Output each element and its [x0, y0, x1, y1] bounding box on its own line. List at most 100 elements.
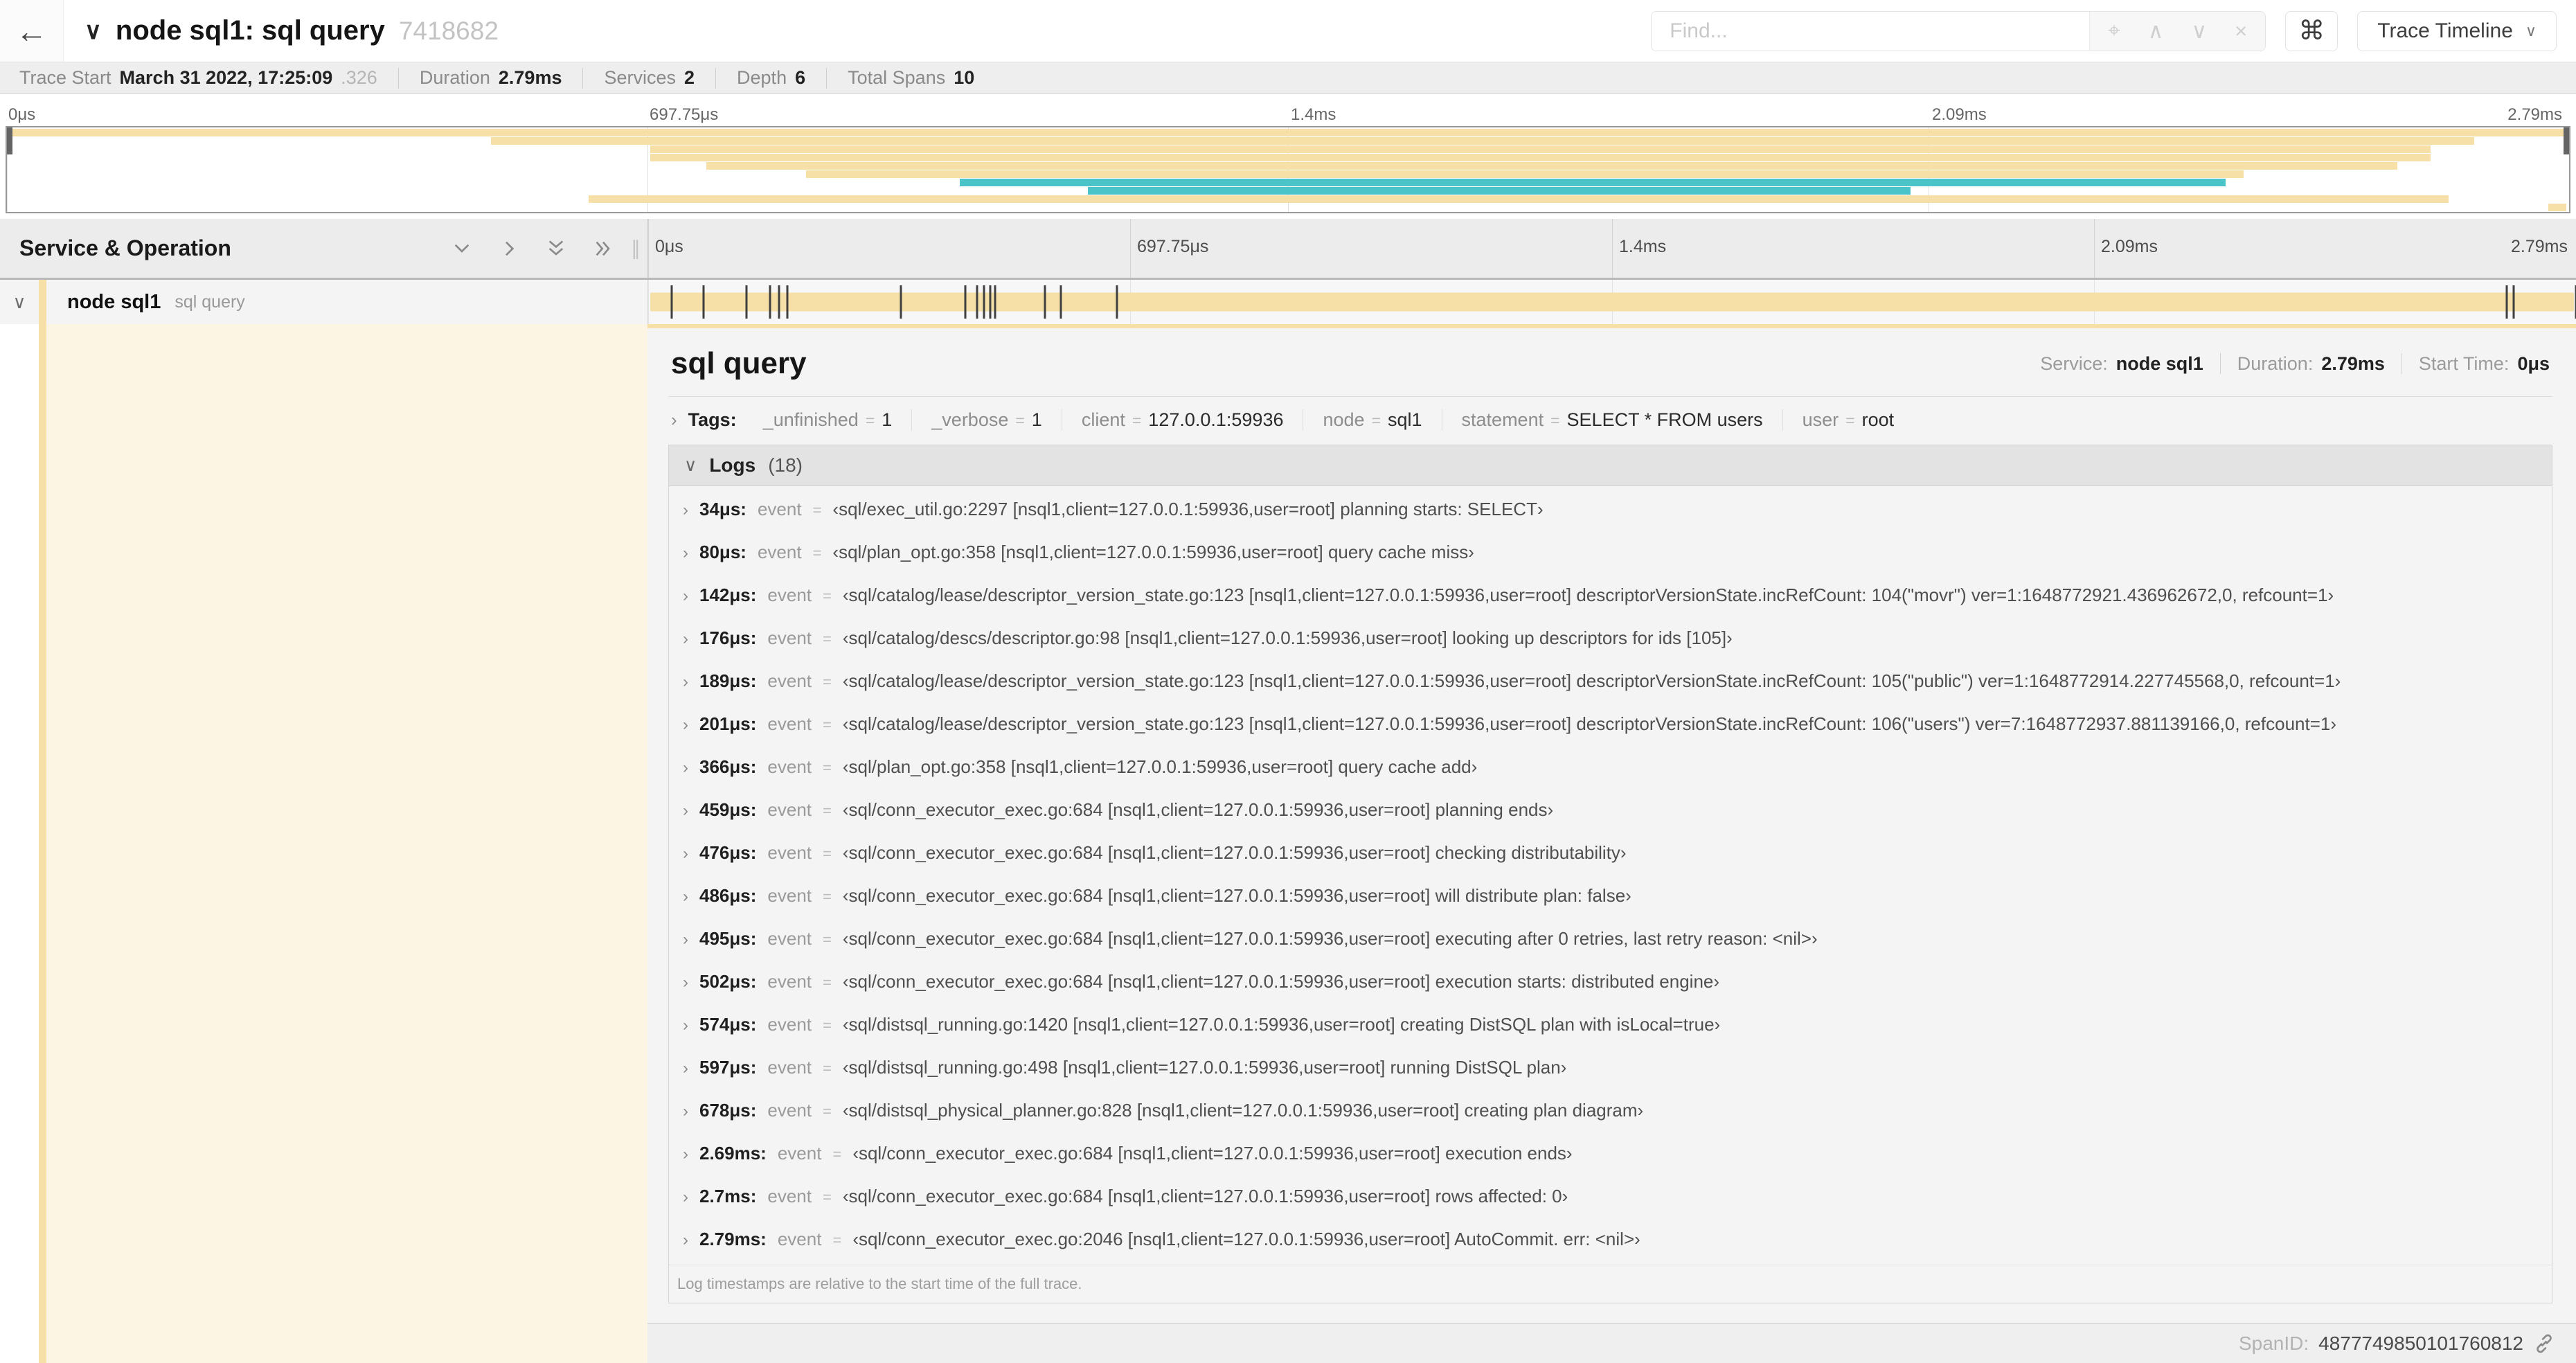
- log-entry[interactable]: › 189μs: event = ‹sql/catalog/lease/desc…: [677, 663, 2545, 706]
- find-input[interactable]: [1652, 11, 2090, 51]
- log-entry[interactable]: › 142μs: event = ‹sql/catalog/lease/desc…: [677, 578, 2545, 621]
- span-expander-chevron-down-icon[interactable]: ∨: [0, 292, 39, 313]
- log-event-marker[interactable]: [670, 285, 673, 319]
- log-entry[interactable]: › 597μs: event = ‹sql/distsql_running.go…: [677, 1050, 2545, 1093]
- trace-id: 7418682: [398, 17, 499, 45]
- log-event-marker[interactable]: [745, 285, 748, 319]
- log-entry[interactable]: › 574μs: event = ‹sql/distsql_running.go…: [677, 1007, 2545, 1050]
- log-equals: =: [823, 716, 832, 733]
- log-entry[interactable]: › 366μs: event = ‹sql/plan_opt.go:358 [n…: [677, 749, 2545, 792]
- log-entry[interactable]: › 34μs: event = ‹sql/exec_util.go:2297 […: [677, 492, 2545, 535]
- log-timestamp: 2.79ms:: [699, 1229, 767, 1249]
- log-field-value: ‹sql/plan_opt.go:358 [nsql1,client=127.0…: [842, 756, 1478, 777]
- tags-accordion[interactable]: › Tags: _unfinished = 1 _verbose = 1 client = 12…: [668, 397, 2552, 442]
- log-equals: =: [823, 630, 832, 648]
- expand-one-chevron-right-icon[interactable]: [498, 238, 520, 260]
- log-field-value: ‹sql/conn_executor_exec.go:684 [nsql1,cl…: [842, 842, 1627, 863]
- minimap-span-bar: [1088, 187, 1911, 195]
- title-chevron-down-icon: ∨: [84, 17, 102, 44]
- log-timestamp: 678μs:: [699, 1100, 757, 1121]
- span-duration-bar[interactable]: [650, 292, 2574, 312]
- log-entry[interactable]: › 176μs: event = ‹sql/catalog/descs/desc…: [677, 621, 2545, 663]
- log-field-key: event: [767, 713, 812, 734]
- trace-title-group[interactable]: ∨ node sql1: sql query 7418682: [84, 15, 499, 46]
- expand-all-double-chevron-right-icon[interactable]: [592, 238, 614, 260]
- log-chevron-right-icon: ›: [683, 887, 688, 906]
- log-field-key: event: [777, 1229, 822, 1249]
- log-chevron-right-icon: ›: [683, 715, 688, 734]
- view-selector-button[interactable]: Trace Timeline ∨: [2357, 10, 2557, 51]
- log-equals: =: [823, 931, 832, 948]
- span-id-label: SpanID:: [2238, 1332, 2309, 1354]
- meta-start-time: Start Time: 0μs: [2419, 353, 2550, 375]
- log-chevron-right-icon: ›: [683, 1231, 688, 1249]
- find-controls: ⌖ ∧ ∨ ×: [2089, 11, 2266, 51]
- log-entry[interactable]: › 678μs: event = ‹sql/distsql_physical_p…: [677, 1093, 2545, 1136]
- span-row[interactable]: ∨ node sql1 sql query 0μs697.75μs1.4ms2.…: [0, 280, 2576, 324]
- span-row-timeline[interactable]: 0μs697.75μs1.4ms2.09ms2.79ms: [647, 280, 2576, 324]
- log-event-marker[interactable]: [769, 285, 771, 319]
- clear-search-icon[interactable]: ×: [2235, 19, 2247, 44]
- next-result-icon[interactable]: ∨: [2191, 19, 2207, 44]
- minimap-span-bar: [650, 154, 2431, 161]
- log-event-marker[interactable]: [1059, 285, 1062, 319]
- log-field-value: ‹sql/plan_opt.go:358 [nsql1,client=127.0…: [832, 542, 1474, 562]
- trace-timeline-page: ← ∨ node sql1: sql query 7418682 ⌖ ∧ ∨ ×…: [0, 0, 2576, 1363]
- log-event-marker[interactable]: [2512, 285, 2515, 319]
- prev-result-icon[interactable]: ∧: [2148, 19, 2164, 44]
- log-entry[interactable]: › 486μs: event = ‹sql/conn_executor_exec…: [677, 878, 2545, 921]
- log-event-marker[interactable]: [2505, 285, 2508, 319]
- summary-value: 10: [954, 67, 975, 88]
- log-entry[interactable]: › 2.69ms: event = ‹sql/conn_executor_exe…: [677, 1136, 2545, 1179]
- locate-icon[interactable]: ⌖: [2108, 18, 2120, 44]
- minimap-right-drag-handle[interactable]: [2564, 127, 2569, 154]
- log-equals: =: [823, 1188, 832, 1206]
- minimap-span-bar: [2548, 204, 2567, 211]
- timeline-ruler: 0μs 697.75μs 1.4ms 2.09ms 2.79ms: [647, 219, 2576, 278]
- log-chevron-right-icon: ›: [683, 1188, 688, 1206]
- meta-value: node sql1: [2116, 353, 2203, 374]
- log-entry[interactable]: › 495μs: event = ‹sql/conn_executor_exec…: [677, 921, 2545, 964]
- log-chevron-right-icon: ›: [683, 1059, 688, 1078]
- summary-label: Trace Start: [19, 67, 111, 88]
- log-event-marker[interactable]: [786, 285, 789, 319]
- column-resizer-grip[interactable]: ∥: [631, 237, 641, 260]
- span-id-value: 4877749850101760812: [2318, 1332, 2523, 1354]
- log-event-marker[interactable]: [976, 285, 978, 319]
- log-timestamp: 495μs:: [699, 928, 757, 949]
- meta-divider: [2219, 353, 2221, 374]
- log-event-marker[interactable]: [1044, 285, 1046, 319]
- collapse-all-double-chevron-down-icon[interactable]: [545, 238, 567, 260]
- log-entry[interactable]: › 459μs: event = ‹sql/conn_executor_exec…: [677, 792, 2545, 835]
- log-event-marker[interactable]: [983, 285, 985, 319]
- minimap-span-bar: [706, 162, 2398, 170]
- log-field-key: event: [767, 885, 812, 906]
- log-chevron-right-icon: ›: [683, 672, 688, 691]
- log-event-marker[interactable]: [1116, 285, 1118, 319]
- summary-divider: [397, 67, 399, 89]
- log-entry[interactable]: › 502μs: event = ‹sql/conn_executor_exec…: [677, 964, 2545, 1007]
- minimap-span-bar: [588, 195, 2449, 203]
- log-event-marker[interactable]: [702, 285, 705, 319]
- meta-value: 2.79ms: [2321, 353, 2385, 374]
- back-button[interactable]: ←: [0, 0, 64, 62]
- log-entry[interactable]: › 201μs: event = ‹sql/catalog/lease/desc…: [677, 706, 2545, 749]
- log-entry[interactable]: › 2.7ms: event = ‹sql/conn_executor_exec…: [677, 1179, 2545, 1222]
- log-event-marker[interactable]: [964, 285, 967, 319]
- log-entry[interactable]: › 2.79ms: event = ‹sql/conn_executor_exe…: [677, 1222, 2545, 1265]
- log-event-marker[interactable]: [900, 285, 902, 319]
- minimap-canvas[interactable]: 0μs697.75μs1.4ms2.09ms2.79ms: [6, 126, 2570, 213]
- log-entry[interactable]: › 80μs: event = ‹sql/plan_opt.go:358 [ns…: [677, 535, 2545, 578]
- collapse-one-chevron-down-icon[interactable]: [451, 238, 473, 260]
- deep-link-icon[interactable]: [2533, 1333, 2555, 1355]
- log-entry[interactable]: › 476μs: event = ‹sql/conn_executor_exec…: [677, 835, 2545, 878]
- logs-header[interactable]: ∨ Logs (18): [669, 445, 2552, 486]
- log-field-value: ‹sql/conn_executor_exec.go:684 [nsql1,cl…: [842, 799, 1554, 820]
- log-event-marker[interactable]: [778, 285, 780, 319]
- log-event-marker[interactable]: [989, 285, 992, 319]
- log-chevron-right-icon: ›: [683, 630, 688, 648]
- keyboard-shortcuts-button[interactable]: ⌘: [2285, 10, 2338, 51]
- log-event-marker[interactable]: [994, 285, 996, 319]
- logs-title: Logs: [709, 454, 756, 476]
- minimap-left-drag-handle[interactable]: [7, 127, 12, 154]
